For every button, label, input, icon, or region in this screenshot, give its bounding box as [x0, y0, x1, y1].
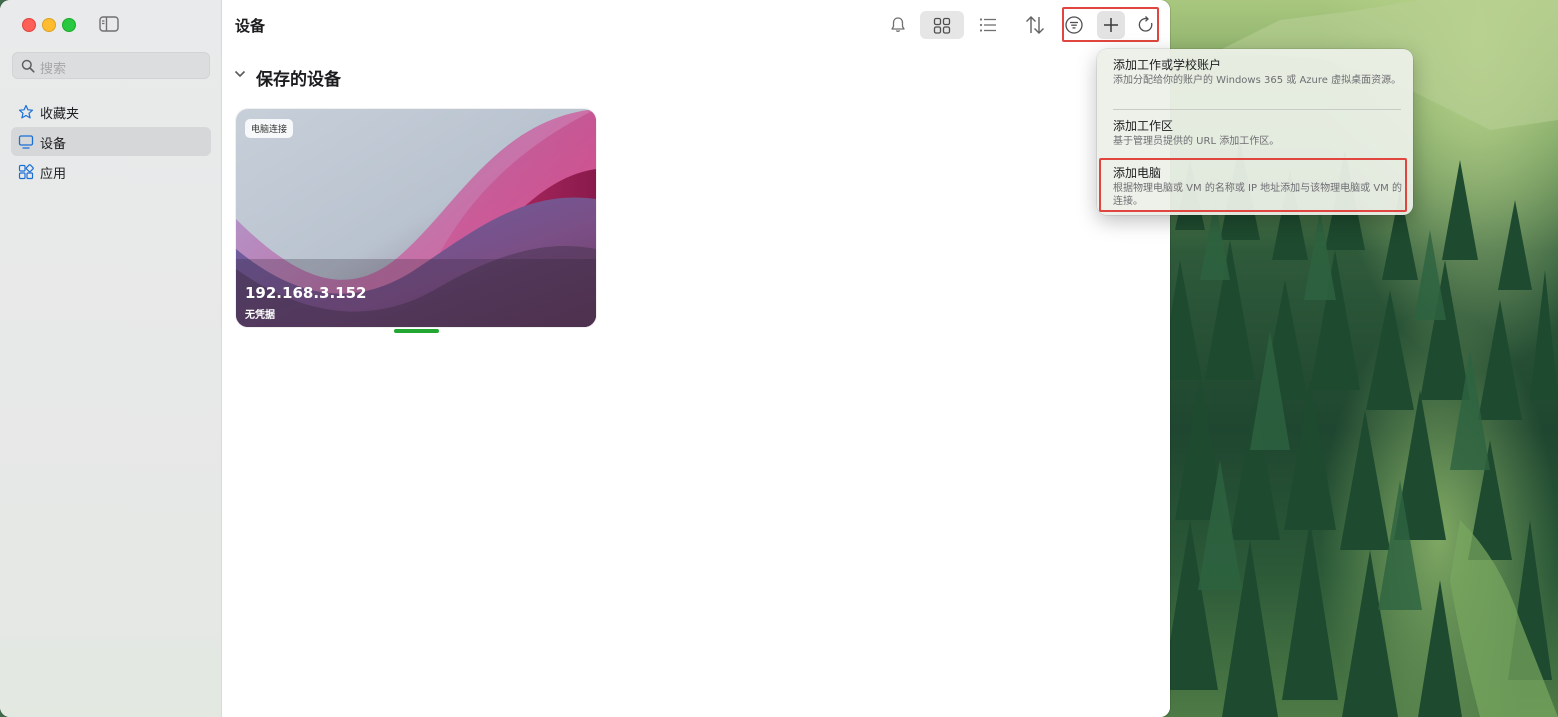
menu-item-add-workspace[interactable]: 添加工作区 基于管理员提供的 URL 添加工作区。 [1113, 119, 1403, 148]
grid-view-button[interactable] [920, 11, 964, 39]
window-minimize-button[interactable] [42, 18, 56, 32]
status-indicator [394, 329, 439, 333]
notifications-button[interactable] [884, 11, 912, 39]
bell-icon [891, 17, 905, 32]
menu-item-add-work-account[interactable]: 添加工作或学校账户 添加分配给你的账户的 Windows 365 或 Azure… [1113, 58, 1403, 87]
sidebar-item-favorites[interactable]: 收藏夹 [11, 97, 211, 126]
window-maximize-button[interactable] [62, 18, 76, 32]
menu-item-description: 添加分配给你的账户的 Windows 365 或 Azure 虚拟桌面资源。 [1113, 75, 1402, 86]
search-placeholder: 搜索 [40, 62, 67, 77]
sidebar-item-label: 应用 [40, 167, 67, 182]
sidebar: 搜索 收藏夹 设备 应用 [0, 0, 222, 717]
device-name: 192.168.3.152 [245, 284, 367, 302]
monitor-icon [18, 135, 34, 149]
search-input[interactable]: 搜索 [12, 52, 210, 79]
sidebar-item-devices[interactable]: 设备 [11, 127, 211, 156]
menu-item-title: 添加工作或学校账户 [1113, 58, 1222, 72]
page-title: 设备 [235, 17, 266, 35]
chevron-down-icon [234, 70, 246, 78]
star-icon [18, 104, 34, 119]
toolbar-highlight-box [1062, 7, 1159, 42]
device-status: 无凭据 [245, 310, 275, 321]
section-title: 保存的设备 [256, 70, 341, 90]
apps-icon [18, 164, 34, 180]
sidebar-item-apps[interactable]: 应用 [11, 157, 211, 186]
sidebar-item-label: 设备 [40, 137, 67, 152]
sidebar-item-label: 收藏夹 [40, 107, 80, 122]
menu-item-description: 基于管理员提供的 URL 添加工作区。 [1113, 136, 1280, 147]
sidebar-toggle-icon[interactable] [99, 16, 119, 32]
sort-icon [1026, 16, 1044, 34]
menu-highlight-box [1099, 158, 1407, 212]
menu-divider [1113, 109, 1401, 110]
grid-view-icon [933, 17, 951, 34]
list-view-icon [979, 18, 996, 32]
app-window: 搜索 收藏夹 设备 应用 设备 保存的设备 电脑连接 192.168.3.152… [0, 0, 1170, 717]
device-card[interactable]: 电脑连接 192.168.3.152 无凭据 [236, 109, 596, 327]
connection-type-badge: 电脑连接 [245, 119, 294, 138]
window-close-button[interactable] [22, 18, 36, 32]
menu-item-title: 添加工作区 [1113, 119, 1174, 133]
sort-button[interactable] [1021, 11, 1049, 39]
list-view-button[interactable] [974, 11, 1002, 39]
main-content: 设备 保存的设备 电脑连接 192.168.3.152 无凭据 [222, 0, 1170, 717]
search-icon [21, 59, 35, 73]
